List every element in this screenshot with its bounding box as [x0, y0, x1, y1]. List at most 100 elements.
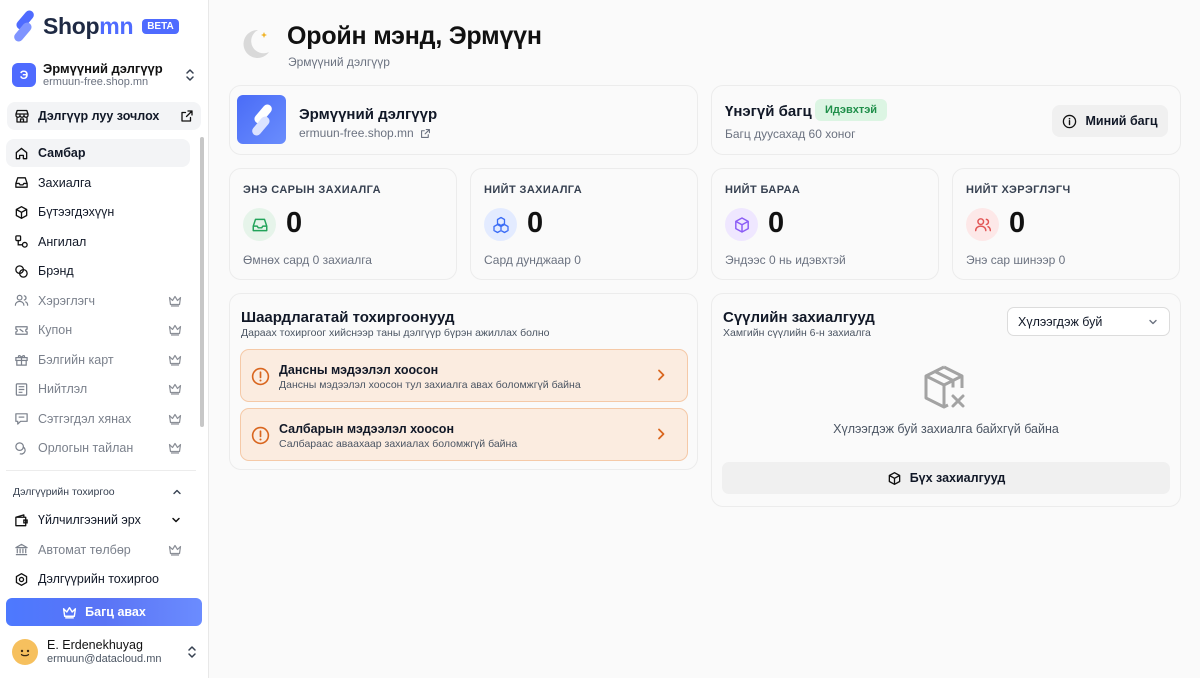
store-switcher[interactable]: Э Эрмүүний дэлгүүр ermuun-free.shop.mn [12, 60, 196, 90]
user-menu[interactable]: E. Erdenekhuyag ermuun@datacloud.mn [12, 638, 198, 666]
info-icon [1063, 114, 1077, 128]
chevron-right-icon [658, 369, 665, 381]
recent-orders-title: Сүүлийн захиалгууд [723, 309, 875, 326]
sidebar-item-label: Ангилал [38, 234, 87, 249]
order-status-select[interactable]: Хүлээгдэж буй [1007, 307, 1170, 336]
all-orders-button[interactable]: Бүх захиалгууд [722, 462, 1170, 494]
sidebar-item-categories[interactable]: Ангилал [6, 228, 190, 256]
stat-label: ЭНЭ САРЫН ЗАХИАЛГА [243, 184, 381, 196]
sidebar-item-orders[interactable]: Захиалга [6, 169, 190, 197]
sidebar-item-auto-payment[interactable]: Автомат төлбөр [6, 536, 190, 564]
sidebar-item-label: Нийтлэл [38, 382, 88, 396]
stat-subtext: Энэ сар шинээр 0 [966, 253, 1066, 267]
stat-label: НИЙТ ХЭРЭГЛЭГЧ [966, 184, 1071, 196]
store-url: ermuun-free.shop.mn [43, 75, 149, 88]
required-setting-desc: Салбараас аваахаар захиалах боломжгүй ба… [279, 438, 518, 450]
avatar [12, 639, 38, 665]
chevron-updown-icon [186, 69, 194, 81]
article-icon [15, 382, 28, 396]
page-subtitle: Эрмүүний дэлгүүр [288, 55, 390, 69]
required-setting-desc: Дансны мэдээлэл хоосон тул захиалга авах… [279, 379, 581, 391]
sidebar-item-revenue-report[interactable]: Орлогын тайлан [6, 434, 190, 462]
visit-store-button[interactable]: Дэлгүүр луу зочлох [7, 102, 201, 130]
user-email: ermuun@datacloud.mn [47, 653, 162, 665]
chevron-right-icon [658, 428, 665, 440]
sidebar-item-customers[interactable]: Хэрэглэгч [6, 287, 190, 315]
stat-card-total-customers: НИЙТ ХЭРЭГЛЭГЧ 0 Энэ сар шинээр 0 [952, 168, 1180, 280]
stat-value: 0 [527, 207, 544, 239]
stat-icon [484, 208, 517, 241]
stat-icon [966, 208, 999, 241]
buy-plan-button[interactable]: Багц авах [6, 598, 202, 626]
stat-value: 0 [768, 207, 785, 239]
brand-name: Shopmn [43, 12, 134, 39]
chevron-down-icon [1149, 319, 1157, 324]
settings-nav: Үйлчилгээний эрх Автомат төлбөр Дэлгүүри… [6, 506, 190, 595]
sidebar-scrollbar[interactable] [200, 137, 204, 427]
store-card-url: ermuun-free.shop.mn [299, 126, 414, 140]
sidebar-item-brands[interactable]: Брэнд [6, 257, 190, 285]
crown-icon [63, 606, 77, 619]
plan-card: Үнэгүй багц Идэвхтэй Багц дуусахад 60 хо… [711, 85, 1181, 155]
stat-value: 0 [1009, 207, 1026, 239]
sidebar-item-products[interactable]: Бүтээгдэхүүн [6, 198, 190, 226]
settings-section-title: Дэлгүүрийн тохиргоо [13, 486, 115, 498]
required-setting-bank-account[interactable]: Дансны мэдээлэл хоосон Дансны мэдээлэл х… [240, 349, 688, 402]
chevron-updown-icon [188, 646, 196, 658]
settings-section-toggle[interactable]: Дэлгүүрийн тохиргоо [13, 486, 183, 498]
sidebar-item-reviews[interactable]: Сэтгэгдэл хянах [6, 405, 190, 433]
plan-expiry: Багц дуусахад 60 хоног [725, 127, 856, 141]
beta-badge: BETA [142, 18, 179, 34]
chevron-down-icon [172, 517, 180, 523]
stat-label: НИЙТ ЗАХИАЛГА [484, 184, 583, 196]
my-plan-label: Миний багц [1085, 114, 1158, 128]
sidebar-item-service-rights[interactable]: Үйлчилгээний эрх [6, 506, 190, 534]
external-link-icon [420, 128, 430, 138]
required-setting-branch[interactable]: Салбарын мэдээлэл хоосон Салбараас аваах… [240, 408, 688, 461]
order-status-value: Хүлээгдэж буй [1018, 314, 1103, 329]
avatar-face-icon [20, 649, 30, 657]
sidebar-item-coupons[interactable]: Купон [6, 316, 190, 344]
boxes-icon [492, 216, 509, 233]
wallet-icon [15, 513, 28, 526]
warning-icon [251, 367, 270, 386]
required-settings-subtitle: Дараах тохиргоог хийснээр таны дэлгүүр б… [241, 327, 550, 339]
all-orders-label: Бүх захиалгууд [909, 471, 1006, 485]
sidebar-item-label: Купон [38, 323, 73, 337]
crown-icon [168, 413, 182, 425]
sidebar-item-label: Автомат төлбөр [38, 542, 131, 557]
recent-orders-card: Сүүлийн захиалгууд Хамгийн сүүлийн 6-н з… [711, 293, 1181, 507]
package-icon [734, 216, 749, 233]
external-link-icon [181, 110, 193, 122]
required-setting-title: Дансны мэдээлэл хоосон [279, 363, 439, 377]
sidebar-item-label: Орлогын тайлан [38, 441, 134, 455]
shopmn-logo-icon [251, 103, 272, 136]
visit-store-label: Дэлгүүр луу зочлох [38, 109, 160, 123]
sidebar-item-articles[interactable]: Нийтлэл [6, 375, 190, 403]
box-icon [888, 471, 900, 485]
sidebar-item-gift-cards[interactable]: Бэлгийн карт [6, 346, 190, 374]
crown-icon [168, 324, 182, 336]
page-title: Оройн мэнд, Эрмүүн [287, 22, 542, 50]
users-icon [974, 217, 991, 231]
crown-icon [168, 544, 182, 556]
stat-icon [243, 208, 276, 241]
sidebar-item-dashboard[interactable]: Самбар [6, 139, 190, 167]
store-card-link[interactable]: ermuun-free.shop.mn [299, 126, 431, 140]
stat-card-total-orders: НИЙТ ЗАХИАЛГА 0 Сард дунджаар 0 [470, 168, 698, 280]
my-plan-button[interactable]: Миний багц [1052, 105, 1168, 137]
crown-icon [168, 383, 182, 395]
settings-icon [15, 572, 28, 586]
sidebar-item-label: Бүтээгдэхүүн [38, 205, 115, 219]
coins-icon [15, 441, 26, 455]
crown-icon [168, 442, 182, 454]
stat-card-month-orders: ЭНЭ САРЫН ЗАХИАЛГА 0 Өмнөх сард 0 захиал… [229, 168, 457, 280]
brand-icon [15, 264, 28, 278]
store-card: Эрмүүний дэлгүүр ermuun-free.shop.mn [229, 85, 698, 155]
stat-subtext: Өмнөх сард 0 захиалга [243, 253, 372, 267]
brand-logo[interactable]: Shopmn BETA [12, 9, 179, 43]
review-icon [15, 413, 28, 425]
home-icon [15, 147, 28, 159]
sidebar-item-store-settings[interactable]: Дэлгүүрийн тохиргоо [6, 565, 190, 593]
bank-icon [15, 543, 28, 556]
